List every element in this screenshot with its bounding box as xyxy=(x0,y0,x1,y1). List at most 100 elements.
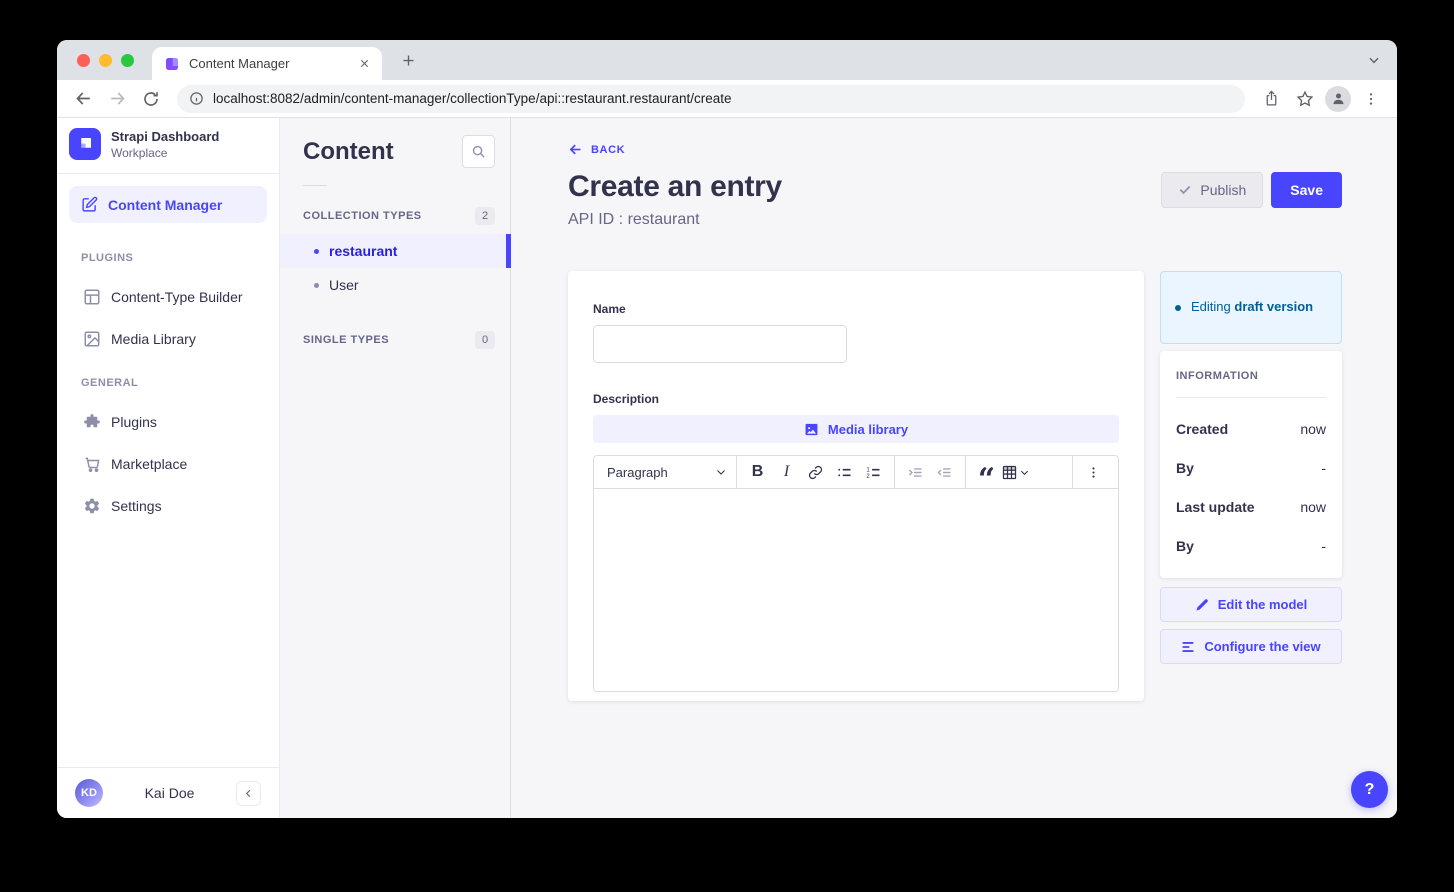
info-row-label: Last update xyxy=(1176,499,1255,515)
info-row-label: By xyxy=(1176,460,1194,476)
bookmark-star-icon[interactable] xyxy=(1291,85,1319,113)
information-panel: INFORMATION Created now By - Last update xyxy=(1160,351,1342,578)
pencil-icon xyxy=(1195,598,1209,612)
italic-button[interactable]: I xyxy=(772,459,801,485)
outdent-button[interactable] xyxy=(930,459,959,485)
workspace-subtitle: Workplace xyxy=(111,146,219,160)
subnav-title: Content xyxy=(303,138,394,166)
strapi-app: Strapi Dashboard Workplace Content Manag… xyxy=(57,118,1397,818)
subnav-item-restaurant[interactable]: restaurant xyxy=(280,234,510,268)
content-subnav: Content COLLECTION TYPES 2 restaurant Us… xyxy=(280,118,511,818)
numbered-list-button[interactable]: 12 xyxy=(859,459,888,485)
site-info-icon[interactable] xyxy=(189,91,204,106)
more-options-button[interactable] xyxy=(1079,459,1108,485)
new-tab-button[interactable] xyxy=(397,49,419,71)
info-row-created: Created now xyxy=(1176,421,1326,437)
browser-forward-button[interactable] xyxy=(103,85,131,113)
browser-back-button[interactable] xyxy=(69,85,97,113)
info-row-created-by: By - xyxy=(1176,460,1326,476)
share-icon[interactable] xyxy=(1257,85,1285,113)
chevron-down-icon xyxy=(715,466,727,478)
sidebar-item-marketplace[interactable]: Marketplace xyxy=(57,443,279,485)
bullet-icon xyxy=(314,249,319,254)
publish-label: Publish xyxy=(1200,182,1246,198)
browser-toolbar: localhost:8082/admin/content-manager/col… xyxy=(57,80,1397,118)
tab-overview-chevron-icon[interactable] xyxy=(1367,53,1381,67)
blockquote-button[interactable]: “ xyxy=(972,459,1001,485)
editor-toolbar: Paragraph B I xyxy=(594,456,1118,489)
sidebar-item-label: Media Library xyxy=(111,331,196,347)
bullet-list-button[interactable] xyxy=(830,459,859,485)
table-button[interactable] xyxy=(1001,464,1030,481)
subnav-item-user[interactable]: User xyxy=(280,268,510,302)
draft-status-prefix: Editing xyxy=(1191,299,1231,314)
strapi-favicon-icon xyxy=(164,56,180,72)
bullet-icon xyxy=(314,283,319,288)
sidebar-item-content-type-builder[interactable]: Content-Type Builder xyxy=(57,276,279,318)
publish-button[interactable]: Publish xyxy=(1161,172,1263,208)
info-row-value: now xyxy=(1300,421,1326,437)
main-sidebar: Strapi Dashboard Workplace Content Manag… xyxy=(57,118,280,818)
link-button[interactable] xyxy=(801,459,830,485)
edit-model-button[interactable]: Edit the model xyxy=(1160,587,1342,622)
name-field[interactable] xyxy=(593,325,847,363)
description-field-label: Description xyxy=(593,392,1119,406)
configure-view-label: Configure the view xyxy=(1204,639,1320,654)
sidebar-item-label: Content Manager xyxy=(108,197,222,213)
configure-view-button[interactable]: Configure the view xyxy=(1160,629,1342,664)
info-row-last-update: Last update now xyxy=(1176,499,1326,515)
edit-model-label: Edit the model xyxy=(1218,597,1308,612)
media-library-button[interactable]: Media library xyxy=(593,415,1119,443)
browser-profile-avatar[interactable] xyxy=(1325,86,1351,112)
shopping-cart-icon xyxy=(83,455,101,473)
sidebar-user-section: KD Kai Doe xyxy=(57,767,279,818)
media-library-label: Media library xyxy=(828,422,908,437)
collection-types-label: COLLECTION TYPES xyxy=(303,210,422,222)
toolbar-divider xyxy=(1072,456,1073,489)
maximize-window-button[interactable] xyxy=(121,54,134,67)
toolbar-divider xyxy=(965,456,966,489)
sidebar-item-label: Marketplace xyxy=(111,456,187,472)
workspace-brand[interactable]: Strapi Dashboard Workplace xyxy=(57,118,279,174)
collapse-sidebar-button[interactable] xyxy=(236,781,261,806)
name-field-label: Name xyxy=(593,302,1119,316)
description-editor-area[interactable] xyxy=(594,489,1118,691)
help-button[interactable]: ? xyxy=(1351,771,1388,808)
subnav-item-label: User xyxy=(329,277,359,293)
back-label: BACK xyxy=(591,144,625,156)
toolbar-divider xyxy=(736,456,737,489)
sidebar-item-settings[interactable]: Settings xyxy=(57,485,279,527)
bold-button[interactable]: B xyxy=(743,459,772,485)
nav-section-general-label: GENERAL xyxy=(57,360,279,401)
browser-menu-icon[interactable] xyxy=(1357,85,1385,113)
sidebar-item-media-library[interactable]: Media Library xyxy=(57,318,279,360)
indent-button[interactable] xyxy=(901,459,930,485)
user-avatar[interactable]: KD xyxy=(75,779,103,807)
check-icon xyxy=(1178,183,1192,197)
close-window-button[interactable] xyxy=(77,54,90,67)
search-button[interactable] xyxy=(462,135,495,168)
back-link[interactable]: BACK xyxy=(568,142,625,157)
browser-window: Content Manager localhost:8082/admin/con… xyxy=(57,40,1397,818)
save-button[interactable]: Save xyxy=(1271,172,1342,208)
sidebar-item-plugins[interactable]: Plugins xyxy=(57,401,279,443)
block-type-value: Paragraph xyxy=(607,465,668,480)
nav-section-plugins-label: PLUGINS xyxy=(57,235,279,276)
browser-tab[interactable]: Content Manager xyxy=(152,47,382,80)
toolbar-divider xyxy=(894,456,895,489)
tab-title: Content Manager xyxy=(189,56,359,71)
gear-icon xyxy=(83,497,101,515)
sidebar-item-content-manager[interactable]: Content Manager xyxy=(69,186,267,223)
single-types-label: SINGLE TYPES xyxy=(303,334,389,346)
svg-text:1: 1 xyxy=(866,467,870,473)
subnav-item-label: restaurant xyxy=(329,243,397,259)
information-title: INFORMATION xyxy=(1176,370,1326,382)
edit-pen-icon xyxy=(81,196,98,213)
block-type-select[interactable]: Paragraph xyxy=(604,465,730,480)
minimize-window-button[interactable] xyxy=(99,54,112,67)
address-bar[interactable]: localhost:8082/admin/content-manager/col… xyxy=(177,85,1245,113)
back-arrow-icon xyxy=(568,142,583,157)
media-library-icon xyxy=(804,422,819,437)
browser-refresh-button[interactable] xyxy=(137,85,165,113)
tab-close-icon[interactable] xyxy=(359,58,370,69)
